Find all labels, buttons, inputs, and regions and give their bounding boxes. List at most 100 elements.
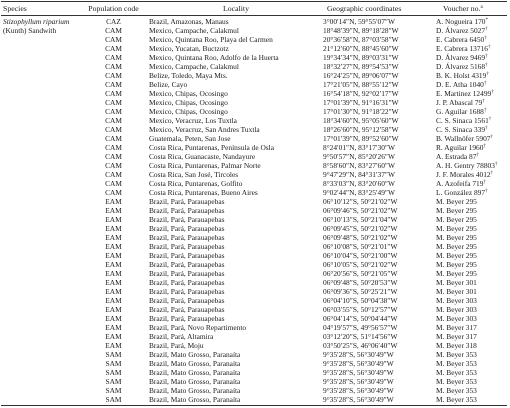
population-code-cell: CAM (105, 125, 122, 134)
table-row: CAM Mexico, Chipas, Ocosingo 16°54′18″N, 9… (1, 89, 507, 98)
coordinates-cell: 06°09′45″S, 50°21′02″W (323, 224, 398, 233)
population-code-cell: EAM (105, 197, 122, 206)
table-row: EAM Brazil, Pará, Altamira 03°12′20″S, 51°… (1, 332, 507, 341)
voucher-number: M. Beyer 295 (436, 206, 477, 215)
voucher-number: M. Beyer 301 (436, 278, 477, 287)
locality-cell: Mexico, Quintana Roo, Playa del Carmen (149, 35, 273, 44)
voucher-cell: M. Beyer 317 (436, 332, 477, 341)
population-code-cell: EAM (105, 206, 122, 215)
coordinates-cell: 06°09′48″S, 50°21′02″W (323, 233, 398, 242)
coordinates-cell: 06°04′10″S, 50°04′38″W (323, 296, 398, 305)
locality-cell: Brazil, Pará, Parauapebas (149, 215, 225, 224)
table-row: SAM Brazil, Mato Grosso, Paranaíta 9°35′28… (1, 359, 507, 368)
locality-cell: Brazil, Pará, Parauapebas (149, 242, 225, 251)
voucher-footnote-mark: † (485, 54, 488, 59)
population-code-cell: EAM (105, 287, 122, 296)
header-locality: Locality (223, 4, 249, 13)
header-species: Species (3, 4, 27, 13)
table-row: EAM Brazil, Pará, Parauapebas 06°09′36″S, … (1, 287, 507, 296)
locality-cell: Brazil, Pará, Parauapebas (149, 251, 225, 260)
population-code-cell: EAM (105, 233, 122, 242)
voucher-number: E. Cabrera 6450 (436, 35, 485, 44)
population-code-cell: CAM (105, 53, 122, 62)
coordinates-cell: 17°01′39″N, 89°52′60″W (323, 134, 399, 143)
voucher-footnote-mark: † (485, 189, 488, 194)
table-row: CAM Guatemala, Peten, San Jose 17°01′39″N,… (1, 134, 507, 143)
voucher-number: A. Azofeifa 719 (436, 179, 484, 188)
voucher-number: M. Beyer 295 (436, 197, 477, 206)
population-code-cell: EAM (105, 296, 122, 305)
table-row: EAM Brazil, Pará, Parauapebas 06°10′13″S, … (1, 215, 507, 224)
voucher-number: C. S. Sinaca 339 (436, 125, 486, 134)
voucher-number: D. Álvarez 9469 (436, 53, 486, 62)
voucher-footnote-mark: † (488, 117, 492, 122)
coordinates-cell: 06°04′14″S, 50°04′44″W (323, 314, 398, 323)
voucher-cell: B. Wallnöfer 5907† (436, 134, 493, 143)
locality-cell: Brazil, Pará, Parauapebas (149, 287, 225, 296)
coordinates-cell: 04°19′57″S, 49°56′57″W (323, 323, 398, 332)
voucher-cell: M. Beyer 353 (436, 368, 477, 377)
voucher-cell: M. Beyer 353 (436, 386, 477, 395)
voucher-cell: D. Álvarez 5027† (436, 26, 488, 35)
population-code-cell: CAM (105, 26, 122, 35)
table-header-row: Species Population code Locality Geograp… (1, 3, 507, 14)
table-row: CAM Mexico, Veracruz, Los Tuxtla 18°34′60″… (1, 116, 507, 125)
population-code-cell: CAM (105, 35, 122, 44)
coordinates-cell: 9°02′44″N, 83°25′49″W (323, 188, 395, 197)
population-code-cell: EAM (105, 251, 122, 260)
voucher-cell: M. Beyer 295 (436, 260, 477, 269)
voucher-number: M. Beyer 353 (436, 350, 477, 359)
table-row: EAM Brazil, Pará, Parauapebas 06°10′04″S, … (1, 251, 507, 260)
table-row: CAM Mexico, Chipas, Ocosingo 17°01′39″N, 9… (1, 98, 507, 107)
table-row: EAM Brazil, Pará, Parauapebas 06°04′10″S, … (1, 296, 507, 305)
population-code-cell: SAM (105, 359, 122, 368)
locality-cell: Brazil, Pará, Altamira (149, 332, 214, 341)
voucher-cell: A. Estrada 87† (436, 152, 479, 161)
table-row: CAM Costa Rica, Puntarenas, Península de … (1, 143, 507, 152)
population-code-cell: EAM (105, 215, 122, 224)
voucher-number: R. Aguilar 1960 (436, 143, 484, 152)
locality-cell: Costa Rica, Puntarenas, Palmar Norte (149, 161, 261, 170)
voucher-cell: D. Álvarez 9469† (436, 53, 488, 62)
voucher-footnote-mark: † (490, 171, 494, 176)
locality-cell: Brazil, Mato Grosso, Paranaíta (149, 386, 241, 395)
voucher-number: M. Beyer 301 (436, 287, 477, 296)
coordinates-cell: 9°35′28″S, 56°30′49″W (323, 386, 394, 395)
table-row: CAM Mexico, Campache, Calakmul 18°32′27″N,… (1, 62, 507, 71)
table-row: SAM Brazil, Mato Grosso, Paranaíta 9°35′28… (1, 350, 507, 359)
coordinates-cell: 06°09′46″S, 50°21′02″W (323, 206, 398, 215)
locality-cell: Brazil, Mato Grosso, Paranaíta (149, 395, 241, 404)
table-row: EAM Brazil, Pará, Parauapebas 06°09′46″S, … (1, 206, 507, 215)
population-code-cell: CAM (105, 62, 122, 71)
population-code-cell: SAM (105, 386, 122, 395)
voucher-number: M. Beyer 295 (436, 242, 477, 251)
table-row: CAM Costa Rica, Guanacaste, Nandayure 9°50… (1, 152, 507, 161)
population-code-cell: SAM (105, 395, 122, 404)
voucher-number: M. Beyer 303 (436, 296, 477, 305)
table-row: CAM Costa Rica, Puntarenas, Palmar Norte 8… (1, 161, 507, 170)
voucher-cell: E. Cabrera 6450† (436, 35, 487, 44)
locality-cell: Mexico, Chipas, Ocosingo (149, 107, 228, 116)
header-voucher-label: Voucher no. (443, 4, 481, 13)
voucher-number: M. Beyer 303 (436, 305, 477, 314)
bottom-rule (1, 405, 507, 406)
table-row: SAM Brazil, Mato Grosso, Paranaíta 9°35′28… (1, 377, 507, 386)
table-row: EAM Brazil, Pará, Parauapebas 06°09′45″S, … (1, 224, 507, 233)
coordinates-cell: 18°48′39″N, 89°18′28″W (323, 26, 399, 35)
voucher-number: A. Nogueira 170 (436, 17, 486, 26)
voucher-number: M. Beyer 353 (436, 377, 477, 386)
population-code-cell: CAM (105, 161, 122, 170)
table-row: EAM Brazil, Pará, Parauapebas 06°10′12″S, … (1, 197, 507, 206)
coordinates-cell: 21°12′60″N, 88°45′60″W (323, 44, 399, 53)
coordinates-cell: 17°01′30″N, 91°18′22″W (323, 107, 399, 116)
voucher-footnote-mark: † (494, 162, 498, 167)
voucher-cell: R. Aguilar 1960† (436, 143, 486, 152)
species-voucher-table: Species Population code Locality Geograp… (1, 1, 507, 406)
table-row: EAM Brazil, Pará, Parauapebas 06°09′48″S, … (1, 233, 507, 242)
population-code-cell: EAM (105, 242, 122, 251)
header-voucher: Voucher no.a (443, 3, 483, 14)
population-code-cell: CAM (105, 44, 122, 53)
locality-cell: Mexico, Quintana Roo, Adolfo de la Huert… (149, 53, 279, 62)
voucher-number: D. E. Atha 1040 (436, 80, 484, 89)
population-code-cell: EAM (105, 224, 122, 233)
